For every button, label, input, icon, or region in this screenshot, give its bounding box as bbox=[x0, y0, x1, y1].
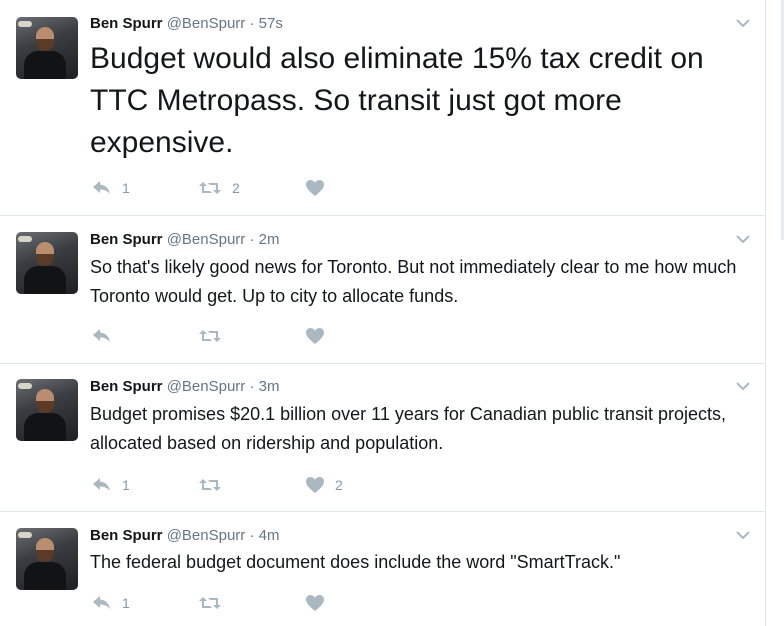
author-name[interactable]: Ben Spurr bbox=[90, 15, 163, 32]
like-button[interactable] bbox=[305, 178, 335, 198]
tweet-actions: 1 bbox=[90, 593, 390, 613]
tweet-actions: 1 2 bbox=[90, 178, 390, 198]
reply-button[interactable] bbox=[92, 326, 122, 346]
chevron-down-icon[interactable] bbox=[735, 231, 751, 247]
tweet-timestamp[interactable]: 2m bbox=[259, 231, 280, 248]
retweet-button[interactable]: 2 bbox=[198, 178, 240, 198]
like-button[interactable]: 2 bbox=[305, 475, 343, 495]
retweet-icon bbox=[199, 182, 221, 194]
reply-count: 1 bbox=[122, 477, 130, 493]
retweet-count: 2 bbox=[232, 180, 240, 196]
reply-icon bbox=[93, 596, 110, 609]
heart-icon bbox=[306, 328, 324, 344]
chevron-down-icon[interactable] bbox=[735, 15, 751, 31]
reply-count: 1 bbox=[122, 180, 130, 196]
tweet-text: Budget would also eliminate 15% tax cred… bbox=[90, 42, 704, 159]
avatar[interactable] bbox=[16, 17, 78, 79]
tweet-actions bbox=[90, 326, 390, 346]
avatar[interactable] bbox=[16, 232, 78, 294]
author-handle[interactable]: @BenSpurr bbox=[167, 527, 246, 544]
reply-icon bbox=[93, 181, 110, 194]
separator-dot: · bbox=[249, 527, 255, 544]
tweet-actions: 1 2 bbox=[90, 475, 390, 495]
tweet-header: Ben Spurr @BenSpurr · 3m bbox=[90, 378, 279, 396]
reply-button[interactable]: 1 bbox=[92, 593, 130, 613]
tweet-timestamp[interactable]: 4m bbox=[259, 527, 280, 544]
author-name[interactable]: Ben Spurr bbox=[90, 527, 163, 544]
tweet-timestamp[interactable]: 57s bbox=[259, 15, 283, 32]
reply-count: 1 bbox=[122, 595, 130, 611]
heart-icon bbox=[306, 180, 324, 196]
retweet-button[interactable] bbox=[198, 593, 232, 613]
author-name[interactable]: Ben Spurr bbox=[90, 231, 163, 248]
author-handle[interactable]: @BenSpurr bbox=[167, 231, 246, 248]
tweet[interactable]: Ben Spurr @BenSpurr · 2m So that's likel… bbox=[0, 216, 766, 364]
avatar[interactable] bbox=[16, 379, 78, 441]
tweet[interactable]: Ben Spurr @BenSpurr · 57s Budget would a… bbox=[0, 0, 766, 216]
like-count: 2 bbox=[335, 477, 343, 493]
tweet-header: Ben Spurr @BenSpurr · 2m bbox=[90, 231, 279, 249]
tweet-timestamp[interactable]: 3m bbox=[259, 378, 280, 395]
retweet-icon bbox=[199, 479, 221, 491]
separator-dot: · bbox=[249, 231, 255, 248]
tweet[interactable]: Ben Spurr @BenSpurr · 3m Budget promises… bbox=[0, 364, 766, 512]
reply-button[interactable]: 1 bbox=[92, 475, 130, 495]
tweet-timeline: Ben Spurr @BenSpurr · 57s Budget would a… bbox=[0, 0, 766, 626]
reply-icon bbox=[93, 478, 110, 491]
like-button[interactable] bbox=[305, 593, 335, 613]
tweet-text: So that's likely good news for Toronto. … bbox=[90, 257, 737, 306]
retweet-icon bbox=[199, 597, 221, 609]
tweet[interactable]: Ben Spurr @BenSpurr · 4m The federal bud… bbox=[0, 512, 766, 626]
author-handle[interactable]: @BenSpurr bbox=[167, 378, 246, 395]
retweet-button[interactable] bbox=[198, 475, 232, 495]
reply-icon bbox=[93, 329, 110, 342]
author-handle[interactable]: @BenSpurr bbox=[167, 15, 246, 32]
avatar[interactable] bbox=[16, 528, 78, 590]
reply-button[interactable]: 1 bbox=[92, 178, 130, 198]
tweet-header: Ben Spurr @BenSpurr · 57s bbox=[90, 15, 283, 33]
like-button[interactable] bbox=[305, 326, 335, 346]
tweet-text: Budget promises $20.1 billion over 11 ye… bbox=[90, 404, 727, 453]
author-name[interactable]: Ben Spurr bbox=[90, 378, 163, 395]
retweet-icon bbox=[199, 330, 221, 342]
chevron-down-icon[interactable] bbox=[735, 527, 751, 543]
chevron-down-icon[interactable] bbox=[735, 378, 751, 394]
tweet-text: The federal budget document does include… bbox=[90, 552, 621, 572]
retweet-button[interactable] bbox=[198, 326, 232, 346]
heart-icon bbox=[306, 595, 324, 611]
separator-dot: · bbox=[249, 15, 255, 32]
separator-dot: · bbox=[249, 378, 255, 395]
tweet-header: Ben Spurr @BenSpurr · 4m bbox=[90, 527, 279, 545]
heart-icon bbox=[306, 477, 324, 493]
